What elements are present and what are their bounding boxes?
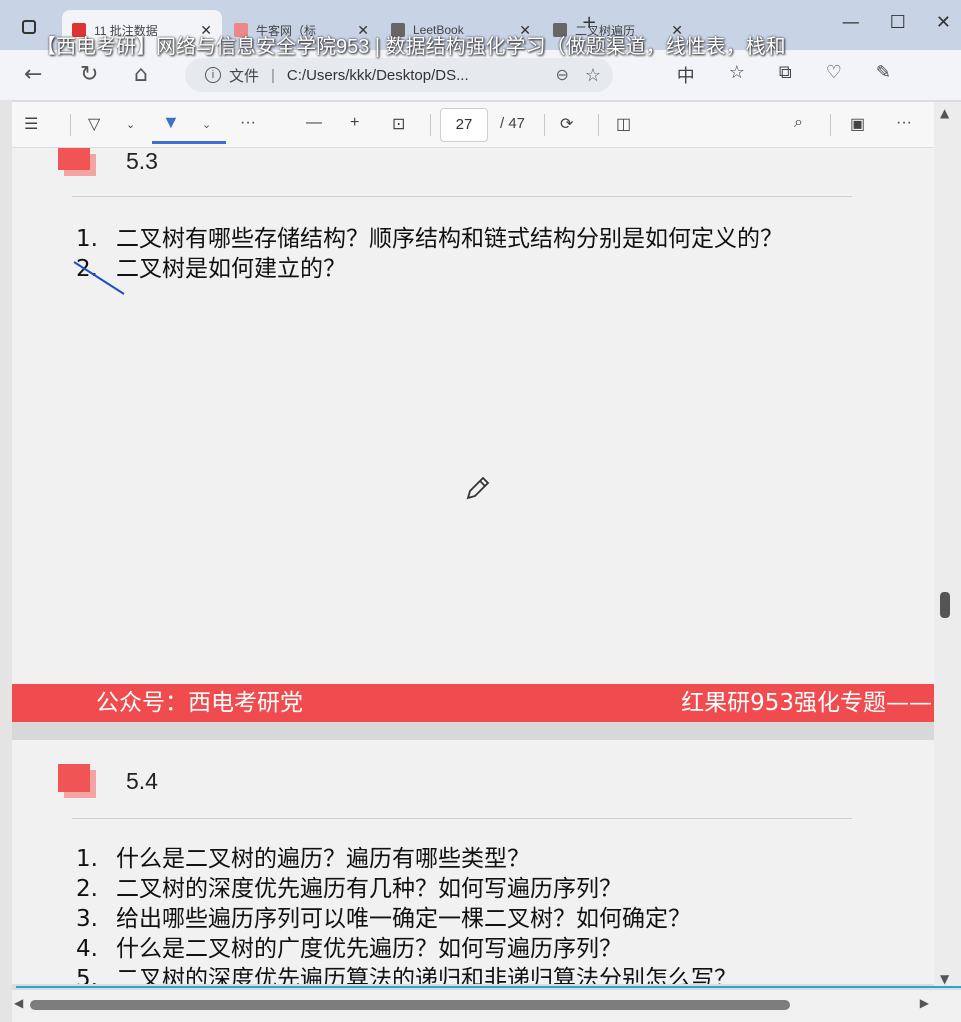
scroll-up-icon[interactable]: ▲ (940, 106, 949, 120)
chevron-down-icon[interactable]: ⌄ (126, 118, 135, 131)
more-options-icon[interactable]: ··· (896, 114, 912, 132)
list-item: 2. 二叉树的深度优先遍历有几种？如何写遍历序列？ (76, 876, 622, 902)
immersive-reader-icon[interactable]: 中 (677, 62, 695, 88)
address-scheme-label: 文件 (229, 67, 260, 85)
tab-actions: + — ☐ ✕ (582, 12, 951, 33)
list-item: 4. 什么是二叉树的广度优先遍历？如何写遍历序列？ (76, 936, 622, 962)
scrollbar-thumb[interactable] (30, 1000, 790, 1010)
scroll-down-icon[interactable]: ▼ (940, 972, 949, 986)
question-list: 1. 二叉树有哪些存储结构？顺序结构和链式结构分别是如何定义的？ 2. 二叉树是如何… (76, 224, 783, 284)
divider (598, 114, 599, 136)
zoom-in-icon[interactable]: + (350, 114, 359, 132)
address-bar[interactable]: i 文件 | C:/Users/kkk/Desktop/DS... ⊖ ☆ (185, 58, 613, 92)
highlight-icon: ▼ (162, 112, 180, 132)
new-tab-icon[interactable]: + (582, 12, 597, 33)
scroll-right-icon[interactable]: ▶ (920, 996, 929, 1010)
zoom-out-icon[interactable]: — (306, 114, 322, 132)
maximize-icon[interactable]: ☐ (890, 12, 906, 33)
highlight-tool[interactable]: ▼ ⌄ (152, 108, 226, 144)
window-menu-icon[interactable] (22, 20, 36, 34)
back-icon[interactable]: ← (24, 62, 42, 87)
section-marker (58, 148, 90, 170)
footer-banner: 公众号：西电考研党 红果研953强化专题—— (12, 684, 934, 722)
section-marker (58, 764, 90, 792)
home-icon[interactable]: ⌂ (134, 62, 148, 87)
draw-icon[interactable]: ▽ (88, 114, 100, 134)
viewer-left-edge (0, 100, 12, 1022)
section-title: 5.4 (126, 768, 158, 794)
save-icon[interactable]: ▣ (850, 114, 865, 134)
list-item: 5. 二叉树的深度优先遍历算法的递归和非递归算法分别怎么写？ (76, 966, 737, 984)
active-tool-indicator (152, 141, 226, 144)
list-item: 1. 什么是二叉树的遍历？遍历有哪些类型？ (76, 846, 530, 872)
video-title-overlay: 【西电考研】网络与信息安全学院953 | 数据结构强化学习（做题渠道，线性表，栈… (36, 36, 786, 58)
divider (72, 818, 852, 819)
pdf-viewer[interactable]: 5.3 1. 二叉树有哪些存储结构？顺序结构和链式结构分别是如何定义的？ 2. 二叉… (12, 148, 934, 984)
divider: | (271, 66, 275, 84)
contents-icon[interactable]: ☰ (24, 114, 38, 134)
pen-cursor-icon (466, 476, 490, 500)
divider (430, 114, 431, 136)
divider (544, 114, 545, 136)
divider (830, 114, 831, 136)
search-icon[interactable]: ⌕ (794, 114, 803, 132)
health-icon[interactable]: ♡ (826, 62, 842, 88)
banner-right-text: 红果研953强化专题—— (681, 690, 932, 716)
list-item: 2. 二叉树是如何建立的？ (76, 256, 346, 282)
more-tools-icon[interactable]: ··· (240, 114, 256, 132)
divider (72, 196, 852, 197)
zoom-icon[interactable]: ⊖ (555, 65, 568, 85)
collections-icon[interactable]: ⧉ (779, 62, 792, 88)
close-window-icon[interactable]: ✕ (936, 12, 951, 33)
fit-page-icon[interactable]: ⊡ (392, 114, 405, 134)
section-title: 5.3 (126, 148, 158, 174)
rotate-icon[interactable]: ⟳ (560, 114, 573, 134)
horizontal-scrollbar[interactable]: ◀ ▶ (12, 990, 961, 1022)
page-number-input[interactable]: 27 (440, 108, 488, 142)
ink-annotation (73, 261, 125, 295)
minimize-icon[interactable]: — (842, 12, 860, 33)
scroll-left-icon[interactable]: ◀ (14, 996, 23, 1010)
refresh-icon[interactable]: ↻ (80, 62, 98, 87)
divider (70, 114, 71, 136)
info-icon[interactable]: i (205, 67, 221, 83)
address-url[interactable]: C:/Users/kkk/Desktop/DS... (287, 67, 469, 84)
page-gap (12, 722, 934, 740)
vertical-scrollbar[interactable]: ▲ ▼ (934, 102, 961, 988)
chevron-down-icon[interactable]: ⌄ (202, 118, 211, 131)
list-item: 1. 二叉树有哪些存储结构？顺序结构和链式结构分别是如何定义的？ (76, 226, 783, 252)
video-progress-line (16, 986, 961, 988)
browser-actions: 中 ☆ ⧉ ♡ ✎ (677, 62, 891, 88)
pdf-toolbar: ☰ ▽ ⌄ ▼ ⌄ ··· — + ⊡ 27 / 47 ⟳ ◫ ⌕ ▣ ··· (12, 102, 934, 148)
pdf-page: 5.4 1. 什么是二叉树的遍历？遍历有哪些类型？ 2. 二叉树的深度优先遍历有几种… (12, 740, 934, 984)
list-item: 3. 给出哪些遍历序列可以唯一确定一棵二叉树？如何确定？ (76, 906, 691, 932)
extensions-icon[interactable]: ✎ (876, 62, 891, 88)
question-list: 1. 什么是二叉树的遍历？遍历有哪些类型？ 2. 二叉树的深度优先遍历有几种？如何写… (76, 844, 737, 984)
page-total: / 47 (500, 115, 526, 132)
page-view-icon[interactable]: ◫ (616, 114, 631, 134)
banner-left-text: 公众号：西电考研党 (96, 690, 303, 716)
favorite-star-icon[interactable]: ☆ (585, 65, 601, 86)
pdf-page: 5.3 1. 二叉树有哪些存储结构？顺序结构和链式结构分别是如何定义的？ 2. 二叉… (12, 148, 934, 684)
scrollbar-thumb[interactable] (940, 592, 950, 618)
favorites-icon[interactable]: ☆ (729, 62, 745, 88)
